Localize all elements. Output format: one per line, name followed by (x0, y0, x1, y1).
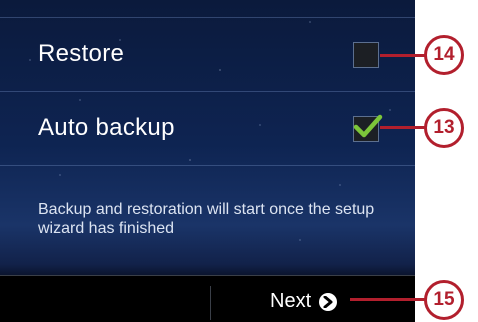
callout-15: 15 (424, 280, 464, 320)
next-label: Next (270, 290, 312, 312)
callout-line-13 (380, 126, 426, 129)
auto-backup-checkbox[interactable] (353, 114, 383, 142)
bottom-separator (210, 286, 211, 320)
auto-backup-label: Auto backup (38, 114, 175, 141)
callout-line-15 (350, 298, 426, 301)
callout-14: 14 (424, 35, 464, 75)
auto-backup-row[interactable]: Auto backup (0, 92, 415, 166)
chevron-right-circle-icon (319, 292, 338, 311)
callout-13: 13 (424, 108, 464, 148)
restore-row[interactable]: Restore (0, 18, 415, 92)
info-text: Backup and restoration will start once t… (38, 201, 375, 237)
restore-label: Restore (38, 40, 125, 67)
next-button[interactable]: Next (270, 290, 338, 313)
callout-line-14 (380, 54, 426, 57)
restore-checkbox[interactable] (353, 42, 379, 68)
setup-screen: Restore Auto backup Backup and restorati… (0, 0, 415, 322)
